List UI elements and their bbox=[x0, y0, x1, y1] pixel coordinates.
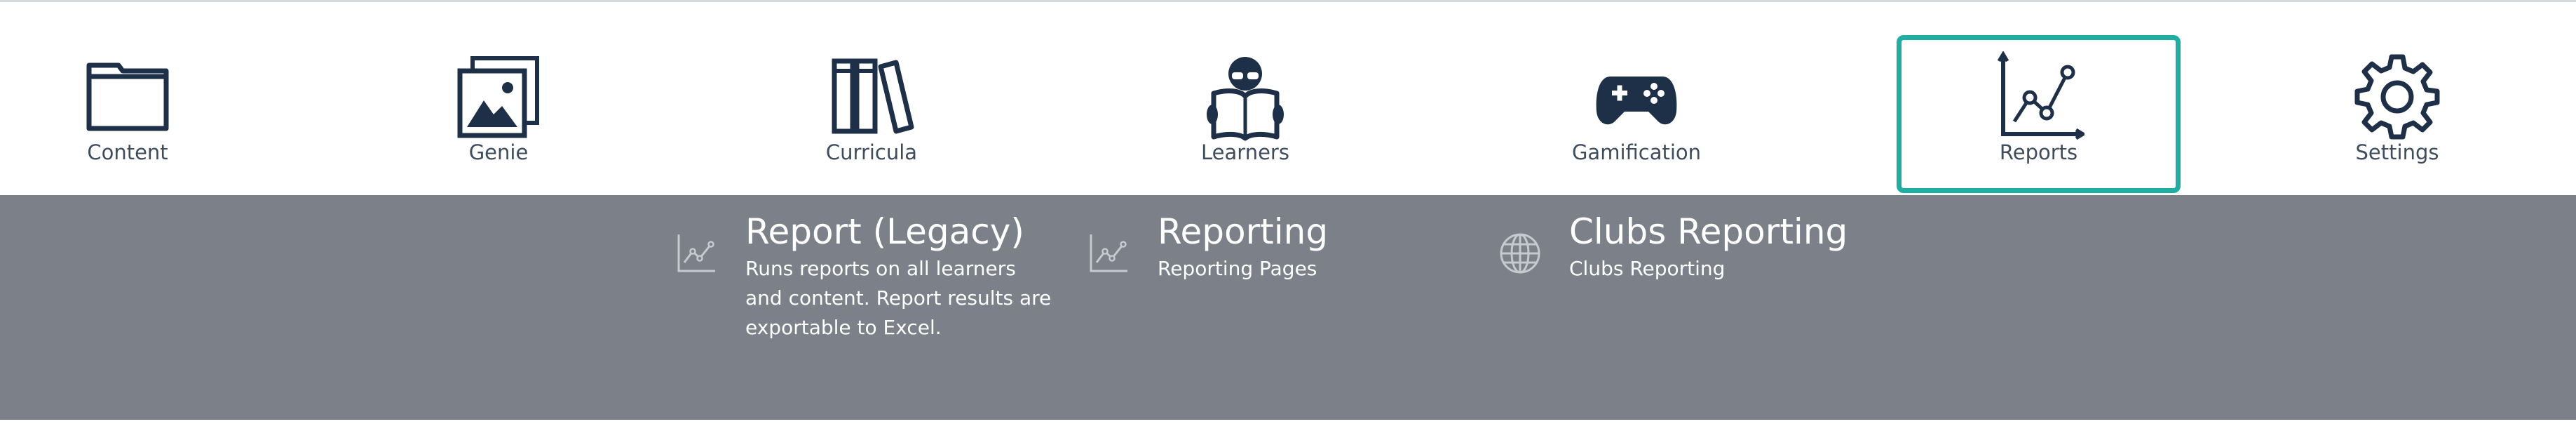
folder-icon bbox=[82, 51, 173, 142]
chart-icon bbox=[1085, 230, 1132, 277]
nav-item-learners[interactable]: Learners bbox=[1140, 2, 1350, 195]
books-icon bbox=[826, 51, 917, 142]
nav-item-content[interactable]: Content bbox=[22, 2, 233, 195]
nav-item-gamification[interactable]: Gamification bbox=[1531, 2, 1742, 195]
main-nav: Content Genie Curricula Learners Gamific… bbox=[0, 2, 2576, 212]
line-chart-icon bbox=[1993, 51, 2084, 142]
submenu-title-reporting: Reporting bbox=[1158, 211, 1329, 252]
nav-item-settings[interactable]: Settings bbox=[2292, 2, 2502, 195]
submenu-desc-reporting: Reporting Pages bbox=[1158, 257, 1317, 280]
nav-label-learners: Learners bbox=[1201, 140, 1289, 164]
gamepad-icon bbox=[1591, 51, 1682, 142]
image-gallery-icon bbox=[453, 51, 544, 142]
nav-label-content: Content bbox=[87, 140, 168, 164]
globe-icon bbox=[1497, 230, 1543, 277]
gear-icon bbox=[2352, 51, 2443, 142]
submenu-desc-clubs-reporting: Clubs Reporting bbox=[1569, 257, 1726, 280]
nav-label-reports: Reports bbox=[1999, 140, 2078, 164]
nav-item-genie[interactable]: Genie bbox=[393, 2, 604, 195]
reports-submenu: Report (Legacy) Runs reports on all lear… bbox=[0, 195, 2576, 420]
nav-label-genie: Genie bbox=[468, 140, 529, 164]
nav-label-settings: Settings bbox=[2355, 140, 2439, 164]
chart-icon bbox=[673, 230, 719, 277]
reader-icon bbox=[1200, 51, 1291, 142]
nav-label-curricula: Curricula bbox=[825, 140, 918, 164]
nav-label-gamification: Gamification bbox=[1571, 140, 1702, 164]
nav-item-reports[interactable]: Reports bbox=[1897, 35, 2181, 212]
submenu-desc-report-legacy: Runs reports on all learners and content… bbox=[745, 257, 1052, 339]
nav-item-curricula[interactable]: Curricula bbox=[766, 2, 977, 195]
submenu-title-clubs-reporting: Clubs Reporting bbox=[1569, 211, 1848, 252]
submenu-title-report-legacy: Report (Legacy) bbox=[745, 211, 1024, 252]
